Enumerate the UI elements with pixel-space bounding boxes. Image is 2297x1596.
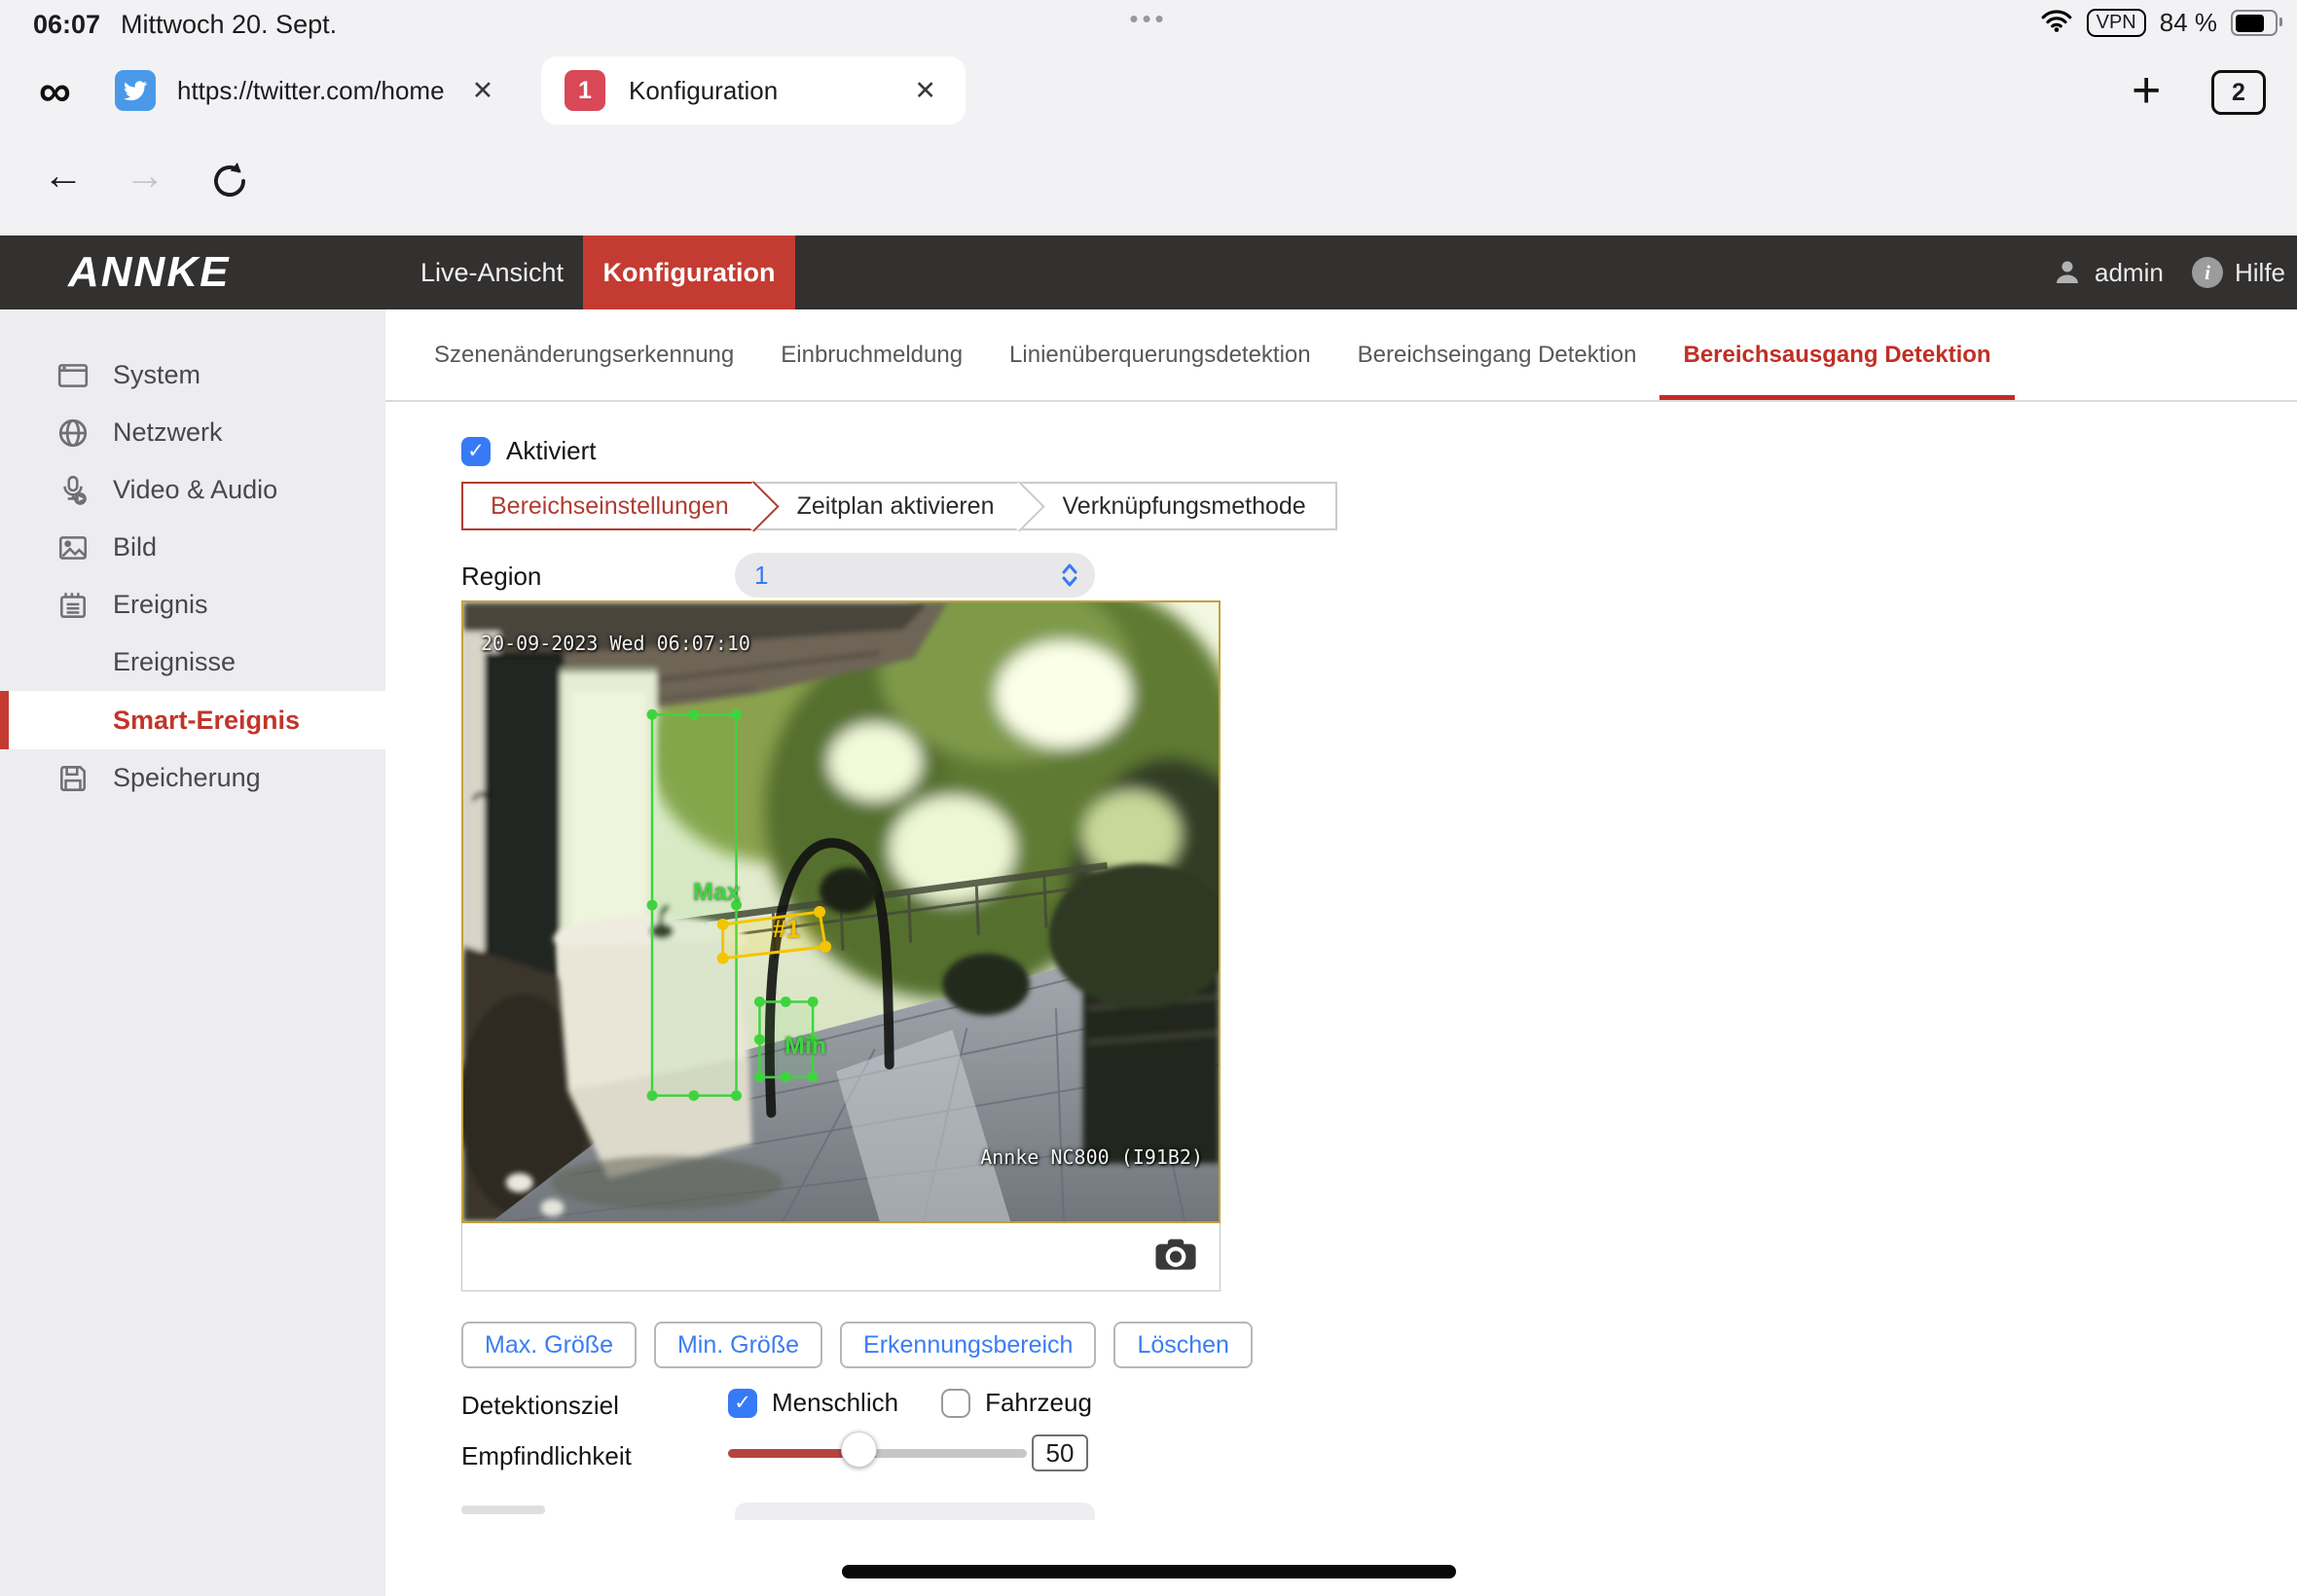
step-verknuepfungsmethode[interactable]: Verknüpfungsmethode	[1019, 482, 1337, 530]
help-label: Hilfe	[2235, 257, 2286, 287]
snapshot-camera-button[interactable]	[1153, 1236, 1198, 1278]
sidebar-item-netzwerk[interactable]: Netzwerk	[0, 404, 385, 461]
sidebar-item-smart-ereignis[interactable]: Smart-Ereignis	[0, 691, 385, 749]
target-label: Detektionsziel	[461, 1391, 619, 1420]
help-button[interactable]: i Hilfe	[2192, 236, 2285, 309]
human-label: Menschlich	[772, 1388, 899, 1417]
cutoff-dropdown-fragment[interactable]	[735, 1503, 1095, 1520]
human-checkbox[interactable]	[728, 1388, 757, 1418]
sensitivity-slider-thumb[interactable]	[841, 1432, 877, 1468]
annke-logo: ANNKE	[68, 248, 231, 296]
tab-twitter[interactable]: https://twitter.com/home ✕	[115, 51, 499, 130]
enabled-label: Aktiviert	[506, 436, 597, 465]
detection-tab-bar: Szenenänderungserkennung Einbruchmeldung…	[385, 309, 2297, 402]
zone-buttons: Max. Größe Min. Größe Erkennungsbereich …	[461, 1322, 1253, 1368]
cutoff-label-fragment	[461, 1505, 545, 1514]
sidebar-item-ereignisse[interactable]: Ereignisse	[0, 634, 385, 691]
status-time: 06:07	[33, 10, 101, 39]
notepad-icon	[56, 589, 90, 622]
sidebar-item-video-audio[interactable]: Video & Audio	[0, 461, 385, 519]
sidebar-item-bild[interactable]: Bild	[0, 519, 385, 576]
max-zone-label: Max	[693, 879, 741, 906]
step-bereichseinstellungen[interactable]: Bereichseinstellungen	[461, 482, 754, 530]
region-tag-label: #1	[773, 916, 800, 943]
detection-area-button[interactable]: Erkennungsbereich	[840, 1322, 1097, 1368]
tab-title: Konfiguration	[629, 75, 779, 105]
sidebar: System Netzwerk Video & Audio Bild Ereig…	[0, 309, 385, 1596]
vpn-badge: VPN	[2086, 9, 2146, 37]
reload-button[interactable]	[208, 160, 251, 207]
tab-region-entrance[interactable]: Bereichseingang Detektion	[1334, 309, 1660, 400]
osd-timestamp: 20-09-2023 Wed 06:07:10	[481, 632, 750, 655]
twitter-favicon	[115, 70, 156, 111]
target-options: Menschlich Fahrzeug	[728, 1388, 1092, 1418]
tab-close-button[interactable]: ✕	[466, 76, 500, 106]
region-select[interactable]: 1	[735, 553, 1095, 598]
screen: 06:07 Mittwoch 20. Sept. ••• VPN 84 % ∞ …	[0, 0, 2297, 1596]
nav-live-ansicht[interactable]: Live-Ansicht	[397, 236, 587, 309]
enabled-checkbox[interactable]	[461, 436, 491, 466]
min-zone-label: Min	[784, 1033, 827, 1060]
user-name: admin	[2095, 257, 2164, 287]
home-indicator[interactable]	[842, 1565, 1456, 1578]
step-zeitplan-aktivieren[interactable]: Zeitplan aktivieren	[753, 482, 1020, 530]
app-header: ANNKE Live-Ansicht Konfiguration admin i…	[0, 236, 2297, 309]
tab-region-exiting[interactable]: Bereichsausgang Detektion	[1659, 309, 2014, 400]
sidebar-item-ereignis[interactable]: Ereignis	[0, 576, 385, 634]
network-globe-icon	[56, 417, 90, 450]
step-tabs: Bereichseinstellungen Zeitplan aktiviere…	[461, 482, 1337, 530]
snapshot-strip	[461, 1223, 1221, 1291]
sidebar-item-system[interactable]: System	[0, 346, 385, 404]
tab-konfiguration[interactable]: 1 Konfiguration ✕	[541, 56, 966, 125]
osd-camera-name: Annke NC800 (I91B2)	[980, 1145, 1203, 1169]
max-size-button[interactable]: Max. Größe	[461, 1322, 637, 1368]
new-tab-button[interactable]: +	[2132, 51, 2161, 130]
tab-close-button[interactable]: ✕	[908, 76, 942, 106]
sensitivity-value[interactable]: 50	[1032, 1434, 1088, 1471]
browser-tab-bar: ∞ https://twitter.com/home ✕ 1 Konfigura…	[0, 51, 2297, 130]
camera-preview-image	[463, 602, 1219, 1221]
tab-line-crossing[interactable]: Linienüberquerungsdetektion	[986, 309, 1334, 400]
region-value: 1	[754, 560, 769, 590]
min-size-button[interactable]: Min. Größe	[653, 1322, 823, 1368]
status-bar: 06:07 Mittwoch 20. Sept. ••• VPN 84 %	[0, 0, 2297, 51]
incognito-icon[interactable]: ∞	[39, 51, 71, 130]
image-icon	[56, 531, 90, 564]
tab-title: https://twitter.com/home	[177, 75, 445, 105]
tab-scene-change[interactable]: Szenenänderungserkennung	[411, 309, 757, 400]
vehicle-label: Fahrzeug	[985, 1388, 1092, 1417]
delete-button[interactable]: Löschen	[1113, 1322, 1253, 1368]
wifi-icon	[2040, 8, 2073, 38]
multitask-dots[interactable]: •••	[1129, 4, 1167, 34]
address-bar: ← → 192.168.178.79/doc/page/config.asp	[0, 130, 2297, 350]
battery-percent: 84 %	[2159, 8, 2217, 37]
info-icon: i	[2192, 257, 2223, 288]
region-label: Region	[461, 562, 542, 591]
sensitivity-label: Empfindlichkeit	[461, 1441, 632, 1470]
nav-konfiguration[interactable]: Konfiguration	[583, 236, 795, 309]
tab-intrusion[interactable]: Einbruchmeldung	[757, 309, 986, 400]
select-chevrons-icon	[1060, 561, 1079, 595]
back-button[interactable]: ←	[43, 152, 84, 199]
camera-preview[interactable]: 20-09-2023 Wed 06:07:10 Annke NC800 (I91…	[461, 600, 1221, 1223]
config-favicon: 1	[565, 70, 605, 111]
sidebar-item-speicherung[interactable]: Speicherung	[0, 749, 385, 807]
system-icon	[56, 359, 90, 392]
tab-switcher-button[interactable]: 2	[2211, 70, 2266, 115]
enabled-row: Aktiviert	[461, 436, 596, 466]
battery-icon	[2231, 10, 2282, 36]
status-date: Mittwoch 20. Sept.	[121, 10, 338, 39]
microphone-icon	[56, 474, 90, 507]
user-menu[interactable]: admin	[2052, 236, 2164, 309]
vehicle-checkbox[interactable]	[941, 1388, 971, 1418]
storage-floppy-icon	[56, 762, 90, 795]
user-icon	[2057, 261, 2078, 283]
forward-button[interactable]: →	[125, 152, 165, 199]
